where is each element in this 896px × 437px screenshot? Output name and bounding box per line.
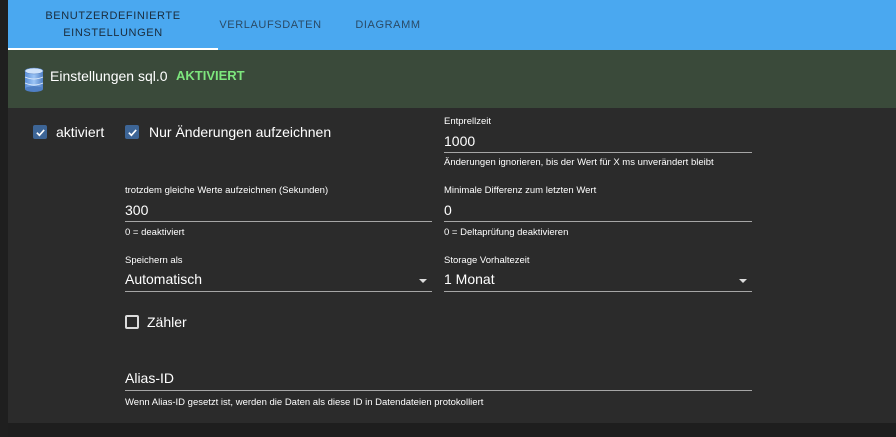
chevron-down-icon — [739, 279, 747, 283]
tab-custom-settings[interactable]: BENUTZERDEFINIERTE EINSTELLUNGEN — [8, 0, 218, 50]
counter-checkbox[interactable] — [125, 315, 139, 329]
settings-header: Einstellungen sql.0 AKTIVIERT — [8, 50, 896, 108]
tab-history-data[interactable]: VERLAUFSDATEN — [218, 0, 323, 50]
enabled-checkbox[interactable] — [33, 125, 47, 139]
debounce-input[interactable]: 1000 — [444, 133, 475, 149]
alias-id-input[interactable]: Alias-ID — [125, 370, 174, 386]
alias-id-help: Wenn Alias-ID gesetzt ist, werden die Da… — [125, 397, 484, 408]
left-edge-strip — [0, 0, 8, 437]
changes-only-label: Nur Änderungen aufzeichnen — [149, 124, 332, 140]
bottom-bar — [8, 423, 896, 437]
tab-custom-settings-label-1: BENUTZERDEFINIERTE — [45, 10, 181, 22]
still-record-help: 0 = deaktiviert — [125, 227, 185, 238]
retention-label: Storage Vorhaltezeit — [444, 255, 530, 266]
min-diff-label: Minimale Differenz zum letzten Wert — [444, 185, 597, 196]
min-diff-underline — [444, 221, 752, 222]
check-icon — [35, 128, 45, 136]
changes-only-checkbox[interactable] — [125, 125, 139, 139]
store-as-select[interactable]: Automatisch — [125, 268, 432, 292]
store-as-underline — [125, 291, 432, 292]
settings-title: Einstellungen sql.0 — [50, 68, 168, 84]
min-diff-help: 0 = Deltaprüfung deaktivieren — [444, 227, 569, 238]
still-record-label: trotzdem gleiche Werte aufzeichnen (Seku… — [125, 185, 329, 196]
tab-bar: BENUTZERDEFINIERTE EINSTELLUNGEN VERLAUF… — [8, 0, 896, 50]
database-icon — [24, 67, 44, 93]
still-record-underline — [125, 221, 432, 222]
debounce-label: Entprellzeit — [444, 116, 491, 127]
chevron-down-icon — [419, 279, 427, 283]
status-badge: AKTIVIERT — [176, 68, 245, 83]
tab-history-data-label: VERLAUFSDATEN — [219, 18, 322, 31]
tab-chart-label: DIAGRAMM — [355, 18, 421, 31]
debounce-underline — [444, 152, 752, 153]
tab-chart[interactable]: DIAGRAMM — [338, 0, 438, 50]
tab-custom-settings-label-2: EINSTELLUNGEN — [63, 27, 163, 39]
alias-id-underline — [125, 390, 752, 391]
check-icon — [127, 128, 137, 136]
counter-label: Zähler — [147, 314, 187, 330]
still-record-input[interactable]: 300 — [125, 202, 148, 218]
retention-select[interactable]: 1 Monat — [444, 268, 752, 292]
enabled-label: aktiviert — [56, 124, 105, 140]
min-diff-input[interactable]: 0 — [444, 202, 452, 218]
store-as-label: Speichern als — [125, 255, 183, 266]
settings-panel: aktiviert Nur Änderungen aufzeichnen Ent… — [8, 108, 896, 423]
store-as-value: Automatisch — [125, 271, 203, 287]
retention-underline — [444, 291, 752, 292]
debounce-help: Änderungen ignorieren, bis der Wert für … — [444, 157, 714, 168]
retention-value: 1 Monat — [444, 271, 495, 287]
